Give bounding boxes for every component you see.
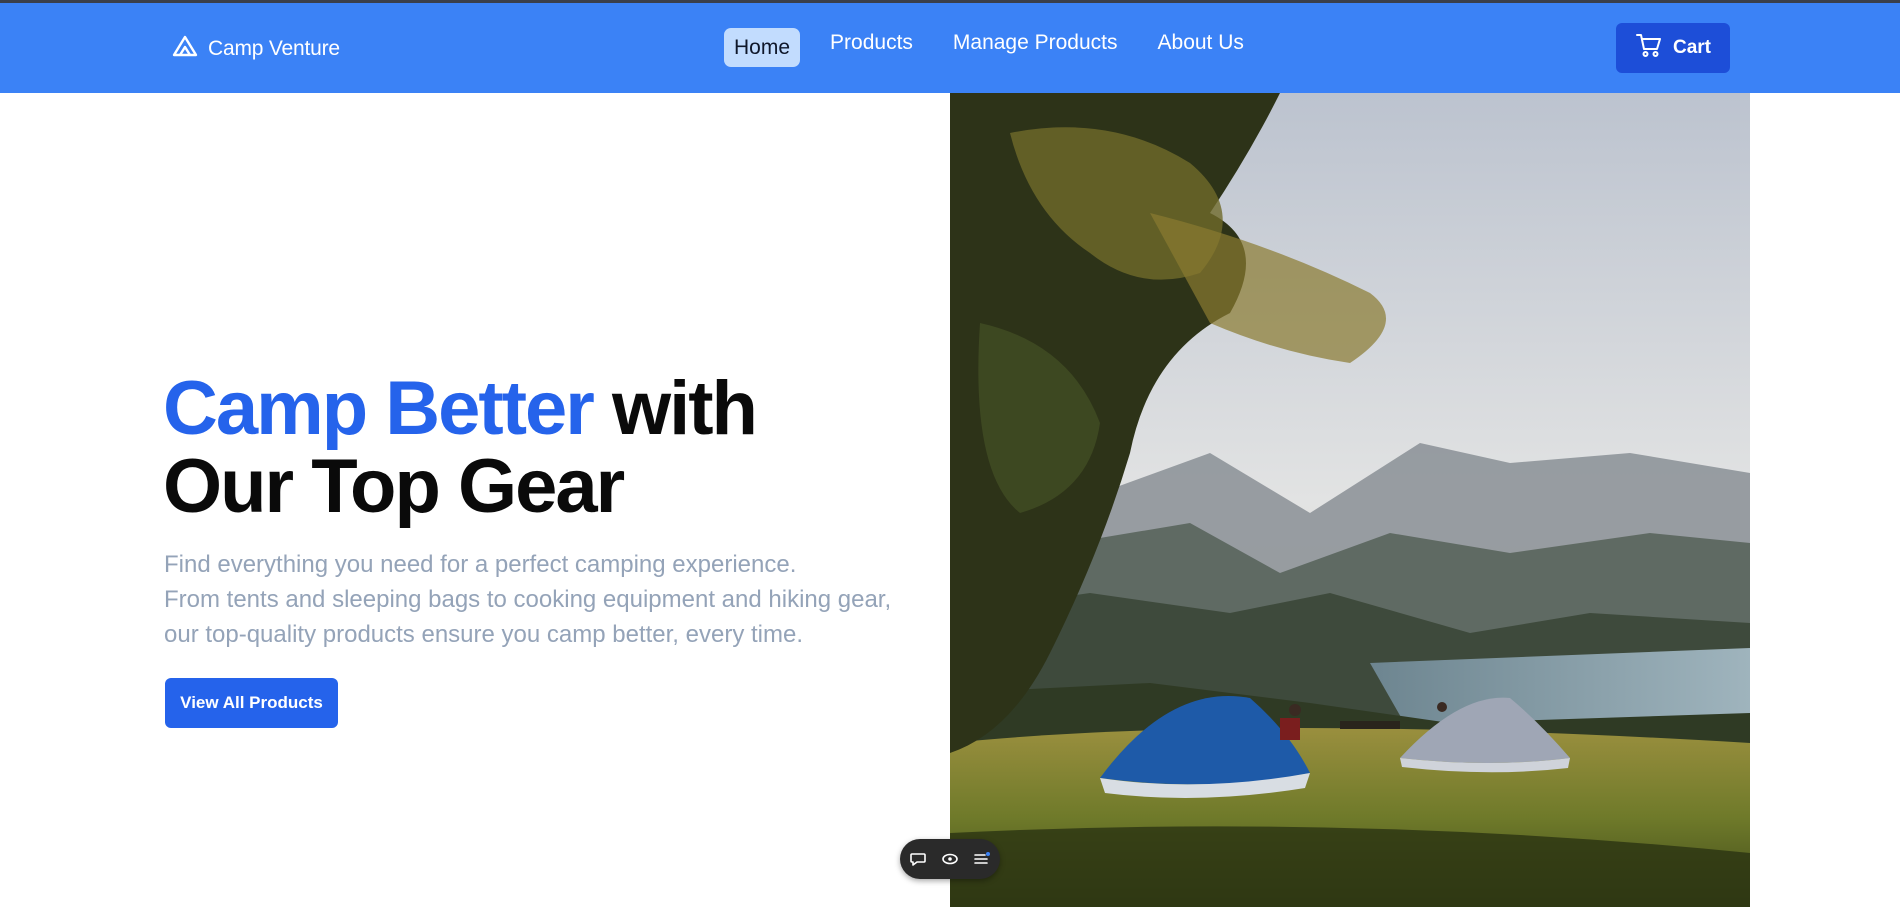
mountain-icon xyxy=(172,35,198,62)
hero-description-line: our top-quality products ensure you camp… xyxy=(164,621,803,648)
menu-list-icon[interactable] xyxy=(971,848,993,870)
nav-link-products[interactable]: Products xyxy=(820,23,923,62)
view-all-products-button[interactable]: View All Products xyxy=(165,678,338,728)
chat-bubble-icon[interactable] xyxy=(907,848,929,870)
hero-description-line: From tents and sleeping bags to cooking … xyxy=(164,586,892,613)
nav-link-home[interactable]: Home xyxy=(724,28,801,67)
cart-icon xyxy=(1635,32,1663,64)
hero-description: Find everything you need for a perfect c… xyxy=(164,547,924,652)
cart-label: Cart xyxy=(1672,37,1711,58)
floating-toolbar xyxy=(900,839,1000,879)
main-nav: Home Products Manage Products About Us xyxy=(724,28,1274,67)
brand-name: Camp Venture xyxy=(208,36,340,60)
brand-link[interactable]: Camp Venture xyxy=(172,35,340,62)
hero-image xyxy=(950,93,1750,907)
camping-scene-image xyxy=(950,93,1750,907)
hero-title-accent: Camp Better xyxy=(163,366,595,451)
eye-icon[interactable] xyxy=(939,848,961,870)
cart-button[interactable]: Cart xyxy=(1616,23,1730,73)
hero-title-rest: with xyxy=(592,366,758,451)
navbar: Camp Venture Home Products Manage Produc… xyxy=(0,3,1900,93)
nav-link-about-us[interactable]: About Us xyxy=(1148,23,1254,62)
hero-title-line2: Our Top Gear xyxy=(163,444,625,529)
nav-link-manage-products[interactable]: Manage Products xyxy=(943,23,1128,62)
hero-title: Camp Better with Our Top Gear xyxy=(163,370,758,529)
hero-description-line: Find everything you need for a perfect c… xyxy=(164,551,797,578)
